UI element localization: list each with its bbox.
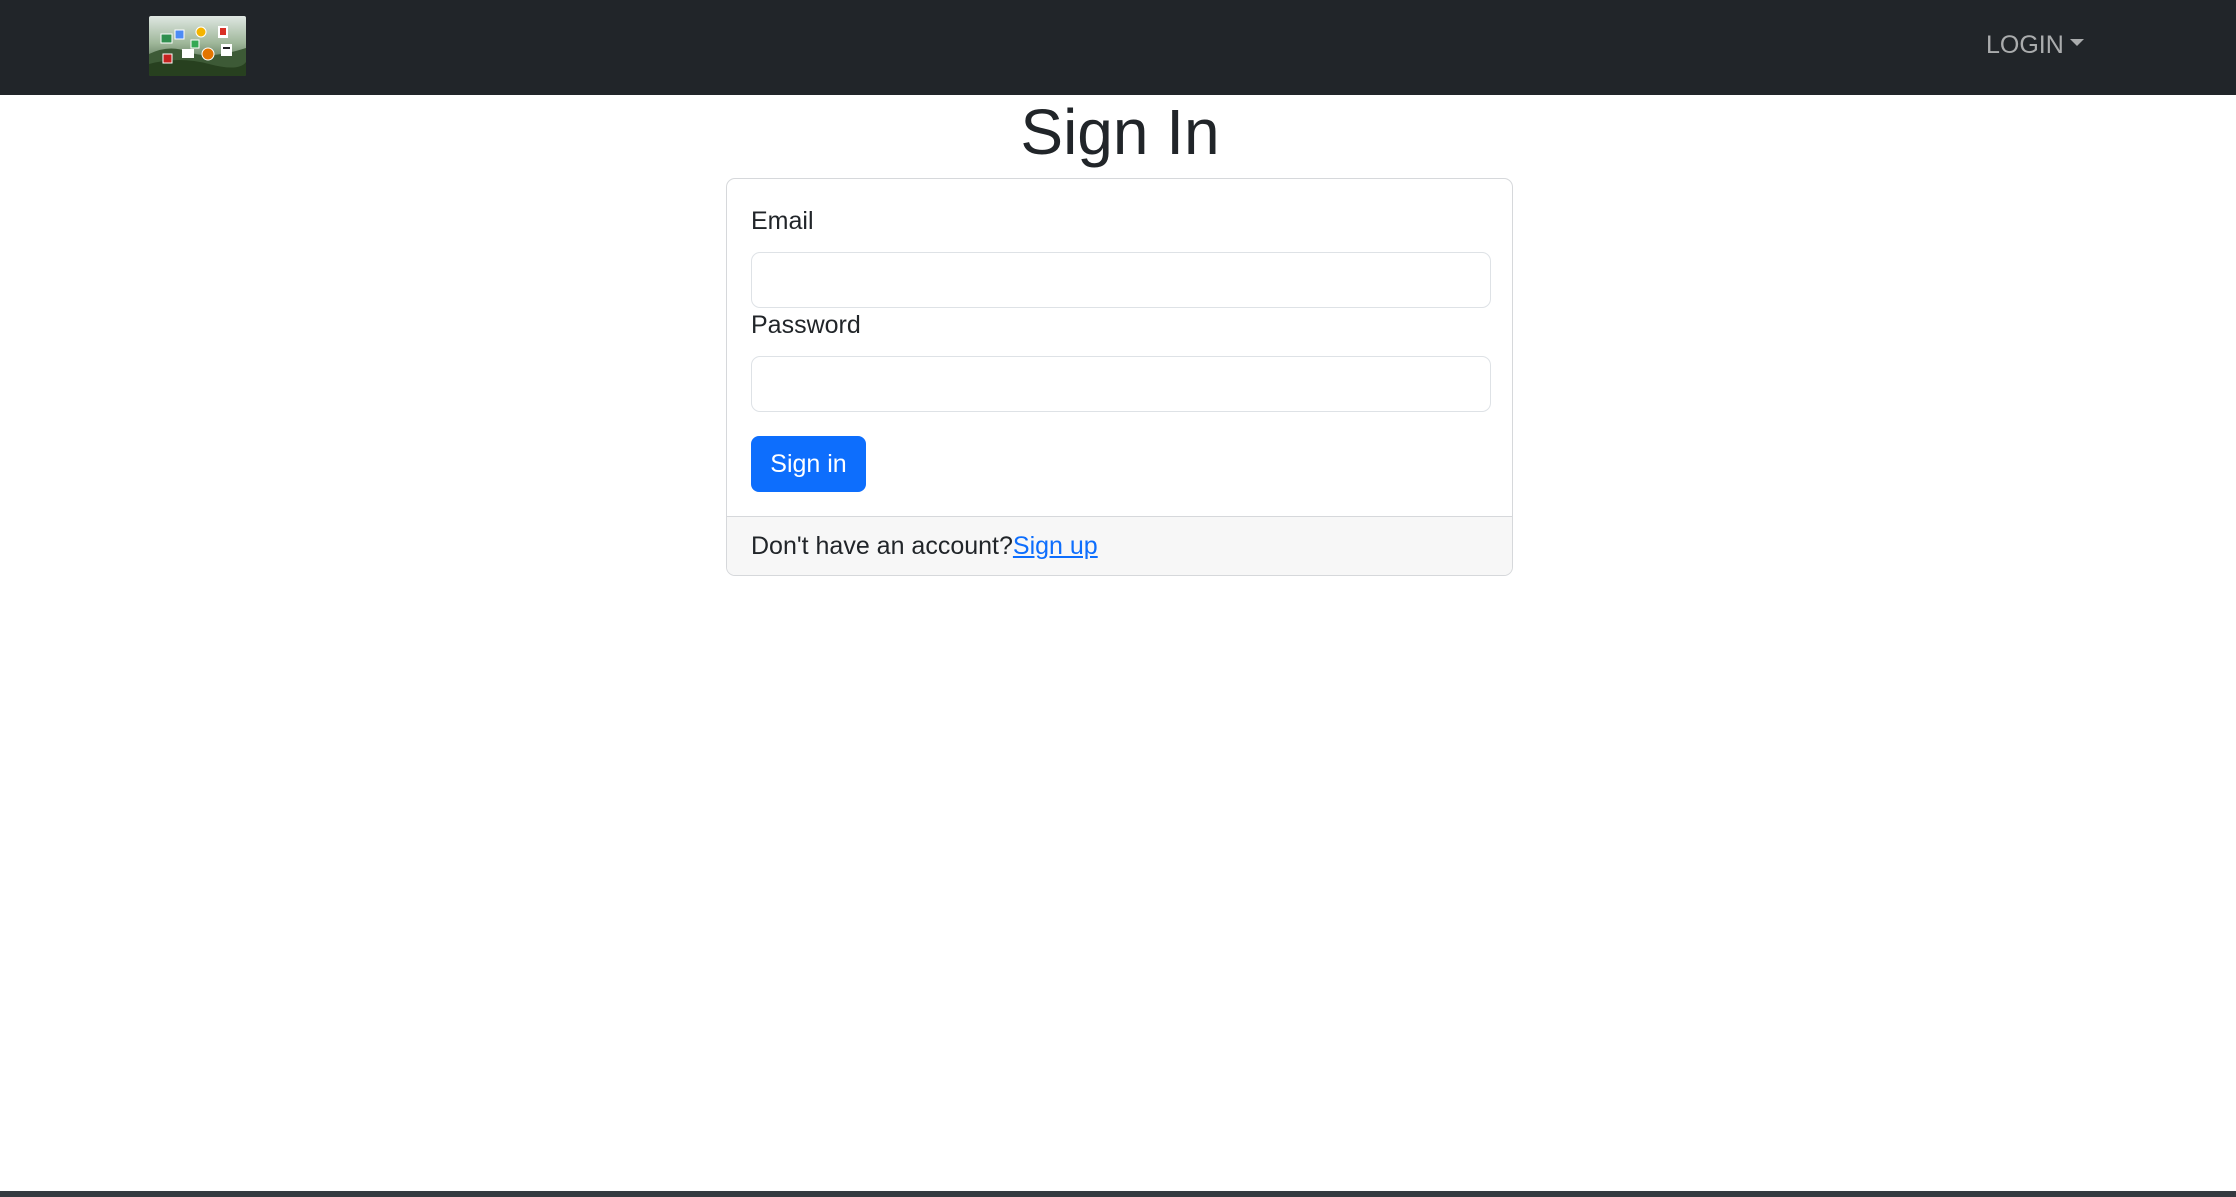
caret-down-icon	[2069, 38, 2084, 46]
sign-in-button[interactable]: Sign in	[751, 436, 866, 492]
bottom-edge-bar	[0, 1191, 2236, 1197]
password-field[interactable]	[751, 356, 1491, 412]
top-navbar: LOGIN	[0, 0, 2236, 95]
login-dropdown-label: LOGIN	[1986, 30, 2064, 59]
brand-logo[interactable]	[149, 16, 246, 76]
email-field[interactable]	[751, 252, 1491, 308]
signup-prompt: Don't have an account?Sign up	[751, 531, 1098, 561]
signup-prompt-text: Don't have an account?	[751, 532, 1013, 560]
password-label: Password	[751, 311, 861, 339]
login-dropdown[interactable]: LOGIN	[1986, 27, 2084, 63]
sign-in-card: Email Password Sign in Don't have an acc…	[726, 178, 1513, 576]
sign-up-link[interactable]: Sign up	[1013, 532, 1098, 560]
page-title: Sign In	[1020, 96, 1220, 168]
email-label: Email	[751, 207, 814, 235]
card-footer: Don't have an account?Sign up	[727, 516, 1512, 575]
app-icons-collage-icon	[149, 16, 246, 76]
